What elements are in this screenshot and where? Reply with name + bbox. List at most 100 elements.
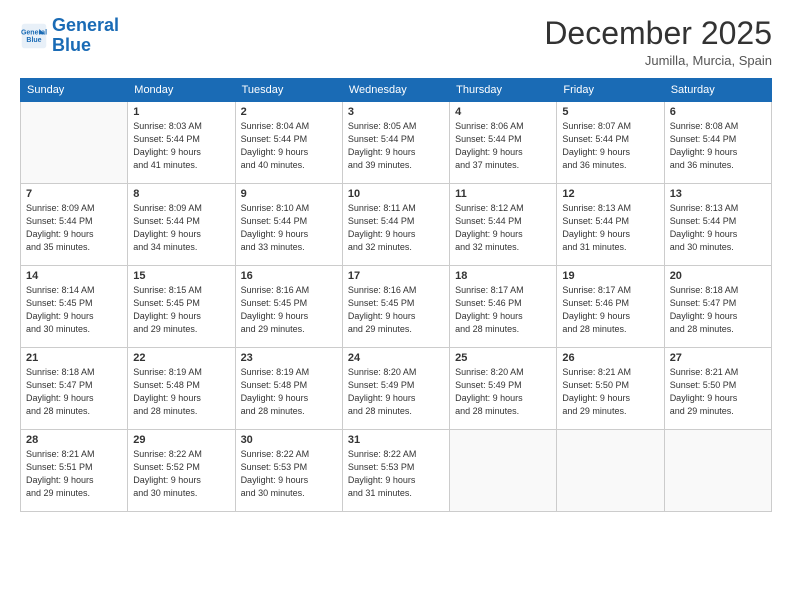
day-info: Sunrise: 8:10 AMSunset: 5:44 PMDaylight:…: [241, 202, 337, 254]
table-row: 16Sunrise: 8:16 AMSunset: 5:45 PMDayligh…: [235, 266, 342, 348]
day-info: Sunrise: 8:17 AMSunset: 5:46 PMDaylight:…: [562, 284, 658, 336]
table-row: [557, 430, 664, 512]
day-info: Sunrise: 8:22 AMSunset: 5:53 PMDaylight:…: [241, 448, 337, 500]
col-saturday: Saturday: [664, 79, 771, 102]
table-row: 9 Sunrise: 8:10 AMSunset: 5:44 PMDaylight…: [235, 184, 342, 266]
day-number: 25: [455, 352, 551, 364]
day-info: Sunrise: 8:22 AMSunset: 5:52 PMDaylight:…: [133, 448, 229, 500]
day-number: 28: [26, 434, 122, 446]
day-info: Sunrise: 8:13 AMSunset: 5:44 PMDaylight:…: [670, 202, 766, 254]
day-number: 13: [670, 188, 766, 200]
table-row: 28 Sunrise: 8:21 AMSunset: 5:51 PMDayligh…: [21, 430, 128, 512]
day-number: 10: [348, 188, 444, 200]
day-number: 17: [348, 270, 444, 282]
day-number: 26: [562, 352, 658, 364]
table-row: 19Sunrise: 8:17 AMSunset: 5:46 PMDayligh…: [557, 266, 664, 348]
table-row: 3 Sunrise: 8:05 AMSunset: 5:44 PMDaylight…: [342, 102, 449, 184]
day-info: Sunrise: 8:22 AMSunset: 5:53 PMDaylight:…: [348, 448, 444, 500]
table-row: 17 Sunrise: 8:16 AMSunset: 5:45 PMDayligh…: [342, 266, 449, 348]
day-number: 5: [562, 106, 658, 118]
page: General Blue General Blue December 2025 …: [0, 0, 792, 612]
day-number: 7: [26, 188, 122, 200]
day-number: 20: [670, 270, 766, 282]
calendar-week-row: 7 Sunrise: 8:09 AMSunset: 5:44 PMDaylight…: [21, 184, 772, 266]
day-info: Sunrise: 8:18 AMSunset: 5:47 PMDaylight:…: [26, 366, 122, 418]
table-row: 8 Sunrise: 8:09 AMSunset: 5:44 PMDaylight…: [128, 184, 235, 266]
day-number: 8: [133, 188, 229, 200]
logo-icon: General Blue: [20, 22, 48, 50]
day-info: Sunrise: 8:19 AMSunset: 5:48 PMDaylight:…: [241, 366, 337, 418]
table-row: 12 Sunrise: 8:13 AMSunset: 5:44 PMDayligh…: [557, 184, 664, 266]
col-thursday: Thursday: [450, 79, 557, 102]
day-info: Sunrise: 8:18 AMSunset: 5:47 PMDaylight:…: [670, 284, 766, 336]
day-info: Sunrise: 8:09 AMSunset: 5:44 PMDaylight:…: [26, 202, 122, 254]
table-row: [664, 430, 771, 512]
day-info: Sunrise: 8:15 AMSunset: 5:45 PMDaylight:…: [133, 284, 229, 336]
day-info: Sunrise: 8:14 AMSunset: 5:45 PMDaylight:…: [26, 284, 122, 336]
day-number: 12: [562, 188, 658, 200]
day-number: 23: [241, 352, 337, 364]
col-friday: Friday: [557, 79, 664, 102]
table-row: 23 Sunrise: 8:19 AMSunset: 5:48 PMDayligh…: [235, 348, 342, 430]
logo: General Blue General Blue: [20, 16, 119, 56]
svg-text:General: General: [21, 29, 47, 36]
day-info: Sunrise: 8:13 AMSunset: 5:44 PMDaylight:…: [562, 202, 658, 254]
table-row: [450, 430, 557, 512]
day-info: Sunrise: 8:21 AMSunset: 5:51 PMDaylight:…: [26, 448, 122, 500]
day-info: Sunrise: 8:20 AMSunset: 5:49 PMDaylight:…: [455, 366, 551, 418]
day-info: Sunrise: 8:08 AMSunset: 5:44 PMDaylight:…: [670, 120, 766, 172]
table-row: 18Sunrise: 8:17 AMSunset: 5:46 PMDayligh…: [450, 266, 557, 348]
col-sunday: Sunday: [21, 79, 128, 102]
day-number: 24: [348, 352, 444, 364]
col-wednesday: Wednesday: [342, 79, 449, 102]
day-number: 2: [241, 106, 337, 118]
table-row: 27 Sunrise: 8:21 AMSunset: 5:50 PMDayligh…: [664, 348, 771, 430]
table-row: 7 Sunrise: 8:09 AMSunset: 5:44 PMDaylight…: [21, 184, 128, 266]
day-number: 9: [241, 188, 337, 200]
day-number: 31: [348, 434, 444, 446]
day-number: 6: [670, 106, 766, 118]
day-info: Sunrise: 8:03 AMSunset: 5:44 PMDaylight:…: [133, 120, 229, 172]
day-info: Sunrise: 8:07 AMSunset: 5:44 PMDaylight:…: [562, 120, 658, 172]
table-row: 31 Sunrise: 8:22 AMSunset: 5:53 PMDayligh…: [342, 430, 449, 512]
table-row: 10 Sunrise: 8:11 AMSunset: 5:44 PMDayligh…: [342, 184, 449, 266]
table-row: 14 Sunrise: 8:14 AMSunset: 5:45 PMDayligh…: [21, 266, 128, 348]
table-row: 20 Sunrise: 8:18 AMSunset: 5:47 PMDayligh…: [664, 266, 771, 348]
day-info: Sunrise: 8:11 AMSunset: 5:44 PMDaylight:…: [348, 202, 444, 254]
table-row: 6 Sunrise: 8:08 AMSunset: 5:44 PMDaylight…: [664, 102, 771, 184]
day-info: Sunrise: 8:16 AMSunset: 5:45 PMDaylight:…: [348, 284, 444, 336]
table-row: 2 Sunrise: 8:04 AMSunset: 5:44 PMDaylight…: [235, 102, 342, 184]
day-info: Sunrise: 8:19 AMSunset: 5:48 PMDaylight:…: [133, 366, 229, 418]
day-info: Sunrise: 8:20 AMSunset: 5:49 PMDaylight:…: [348, 366, 444, 418]
calendar-header-row: Sunday Monday Tuesday Wednesday Thursday…: [21, 79, 772, 102]
day-number: 14: [26, 270, 122, 282]
day-number: 15: [133, 270, 229, 282]
day-number: 18: [455, 270, 551, 282]
calendar-week-row: 28 Sunrise: 8:21 AMSunset: 5:51 PMDayligh…: [21, 430, 772, 512]
month-title: December 2025: [544, 16, 772, 51]
title-block: December 2025 Jumilla, Murcia, Spain: [544, 16, 772, 68]
table-row: 25 Sunrise: 8:20 AMSunset: 5:49 PMDayligh…: [450, 348, 557, 430]
table-row: 30Sunrise: 8:22 AMSunset: 5:53 PMDayligh…: [235, 430, 342, 512]
day-number: 1: [133, 106, 229, 118]
day-info: Sunrise: 8:12 AMSunset: 5:44 PMDaylight:…: [455, 202, 551, 254]
day-number: 3: [348, 106, 444, 118]
table-row: 21Sunrise: 8:18 AMSunset: 5:47 PMDayligh…: [21, 348, 128, 430]
table-row: 5 Sunrise: 8:07 AMSunset: 5:44 PMDaylight…: [557, 102, 664, 184]
col-tuesday: Tuesday: [235, 79, 342, 102]
table-row: 15 Sunrise: 8:15 AMSunset: 5:45 PMDayligh…: [128, 266, 235, 348]
day-info: Sunrise: 8:09 AMSunset: 5:44 PMDaylight:…: [133, 202, 229, 254]
calendar-week-row: 21Sunrise: 8:18 AMSunset: 5:47 PMDayligh…: [21, 348, 772, 430]
day-info: Sunrise: 8:05 AMSunset: 5:44 PMDaylight:…: [348, 120, 444, 172]
calendar: Sunday Monday Tuesday Wednesday Thursday…: [20, 78, 772, 512]
day-number: 27: [670, 352, 766, 364]
col-monday: Monday: [128, 79, 235, 102]
table-row: 4Sunrise: 8:06 AMSunset: 5:44 PMDaylight…: [450, 102, 557, 184]
table-row: 13 Sunrise: 8:13 AMSunset: 5:44 PMDayligh…: [664, 184, 771, 266]
location: Jumilla, Murcia, Spain: [544, 53, 772, 68]
svg-text:Blue: Blue: [26, 37, 41, 44]
table-row: [21, 102, 128, 184]
day-info: Sunrise: 8:04 AMSunset: 5:44 PMDaylight:…: [241, 120, 337, 172]
table-row: 26Sunrise: 8:21 AMSunset: 5:50 PMDayligh…: [557, 348, 664, 430]
day-info: Sunrise: 8:21 AMSunset: 5:50 PMDaylight:…: [670, 366, 766, 418]
